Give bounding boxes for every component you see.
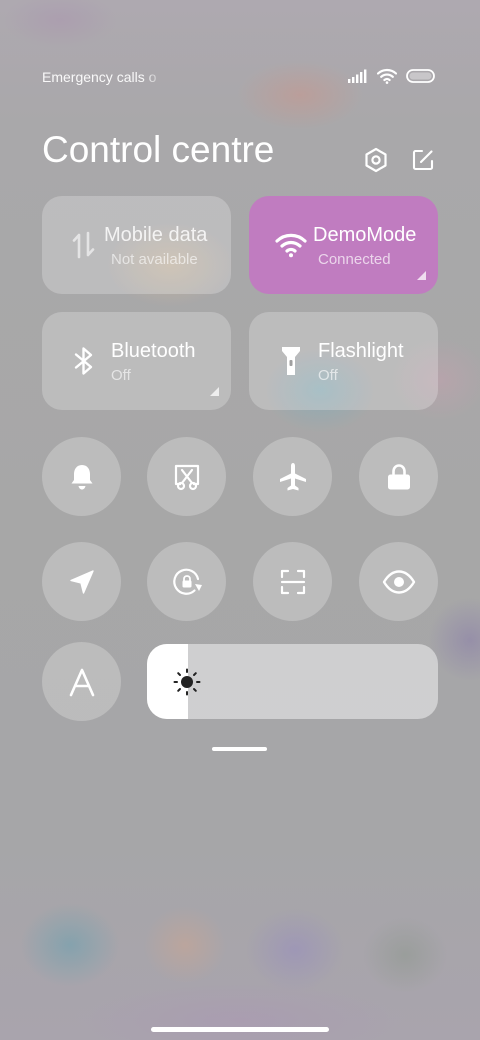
bell-icon (71, 464, 92, 489)
tile-label: Bluetooth (111, 340, 196, 362)
airplane-toggle[interactable] (253, 437, 332, 516)
settings-icon (365, 147, 387, 173)
scan-icon (280, 569, 305, 594)
auto-brightness-toggle[interactable] (42, 642, 121, 721)
settings-button[interactable] (361, 145, 391, 175)
mute-toggle[interactable] (42, 437, 121, 516)
mobile-data-icon (66, 227, 102, 263)
bluetooth-icon (66, 343, 102, 379)
screenshot-toggle[interactable] (147, 437, 226, 516)
tile-bluetooth[interactable]: Bluetooth Off (42, 312, 231, 410)
location-icon (69, 569, 94, 594)
sun-icon (173, 668, 201, 696)
expand-corner-icon[interactable] (417, 271, 426, 280)
tile-label: Flashlight (318, 340, 404, 362)
tile-status: Not available (111, 251, 198, 268)
scanner-toggle[interactable] (253, 542, 332, 621)
tile-status: Connected (318, 251, 391, 268)
wifi-icon (273, 227, 309, 263)
rotation-lock-icon (172, 568, 202, 595)
edit-button[interactable] (408, 145, 438, 175)
lock-screen-toggle[interactable] (359, 437, 438, 516)
auto-brightness-icon (69, 668, 94, 696)
tile-status: Off (111, 367, 131, 384)
page-title: Control centre (42, 129, 275, 170)
tile-flashlight[interactable]: Flashlight Off (249, 312, 438, 410)
lock-icon (387, 463, 410, 489)
status-icons (348, 66, 436, 86)
brightness-slider[interactable] (147, 644, 438, 719)
home-indicator[interactable] (151, 1027, 329, 1032)
location-toggle[interactable] (42, 542, 121, 621)
tile-wifi[interactable]: DemoMode Connected (249, 196, 438, 294)
tile-mobile-data[interactable]: Mobile data Not available (42, 196, 231, 294)
emergency-calls-text: Emergency calls o (42, 69, 157, 85)
drawer-handle[interactable] (212, 747, 267, 751)
tile-status: Off (318, 367, 338, 384)
wifi-icon (377, 68, 397, 84)
tile-label: DemoMode (313, 224, 417, 246)
reading-mode-toggle[interactable] (359, 542, 438, 621)
eye-icon (382, 569, 415, 594)
tile-label: Mobile data (104, 224, 208, 246)
airplane-icon (279, 462, 306, 490)
edit-icon (412, 149, 434, 171)
expand-corner-icon[interactable] (210, 387, 219, 396)
flashlight-icon (273, 343, 309, 379)
rotation-lock-toggle[interactable] (147, 542, 226, 621)
screenshot-icon (174, 464, 199, 490)
battery-icon (406, 69, 435, 83)
signal-icon (348, 69, 367, 83)
